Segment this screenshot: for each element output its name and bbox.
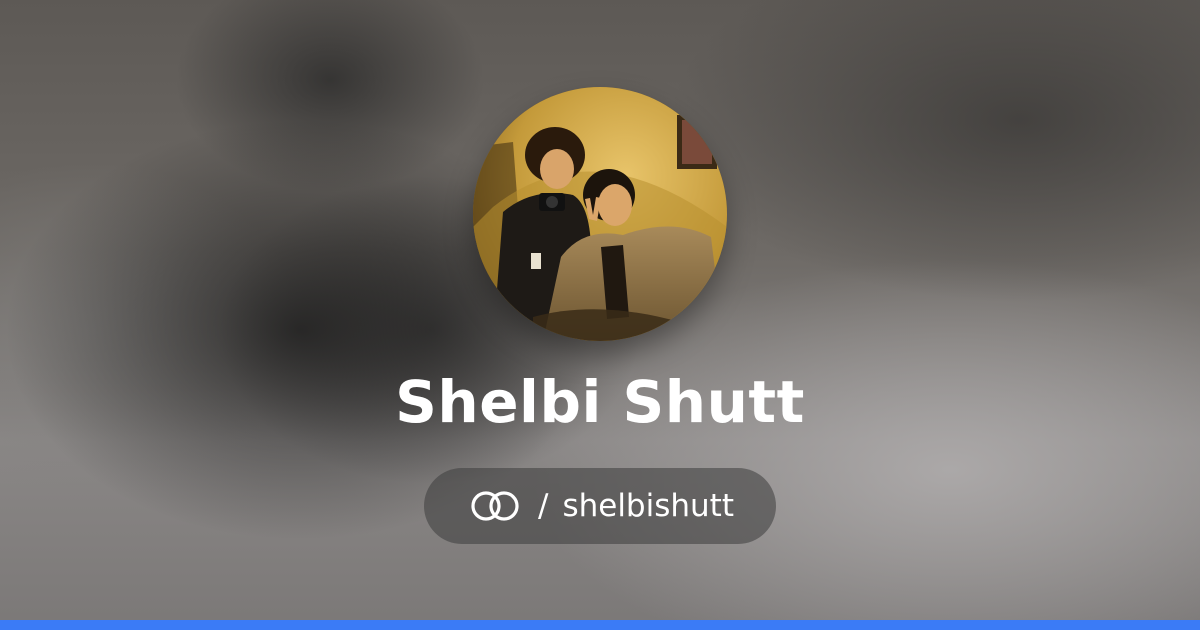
avatar-photo-illustration [473, 87, 727, 341]
profile-name: Shelbi Shutt [395, 368, 805, 436]
handle-separator: / [538, 488, 549, 524]
handle-username: shelbishutt [562, 488, 734, 524]
accent-bottom-bar [0, 620, 1200, 630]
profile-avatar [473, 87, 727, 341]
profile-handle-link[interactable]: / shelbishutt [424, 468, 776, 544]
linked-rings-logo-icon [466, 489, 524, 523]
